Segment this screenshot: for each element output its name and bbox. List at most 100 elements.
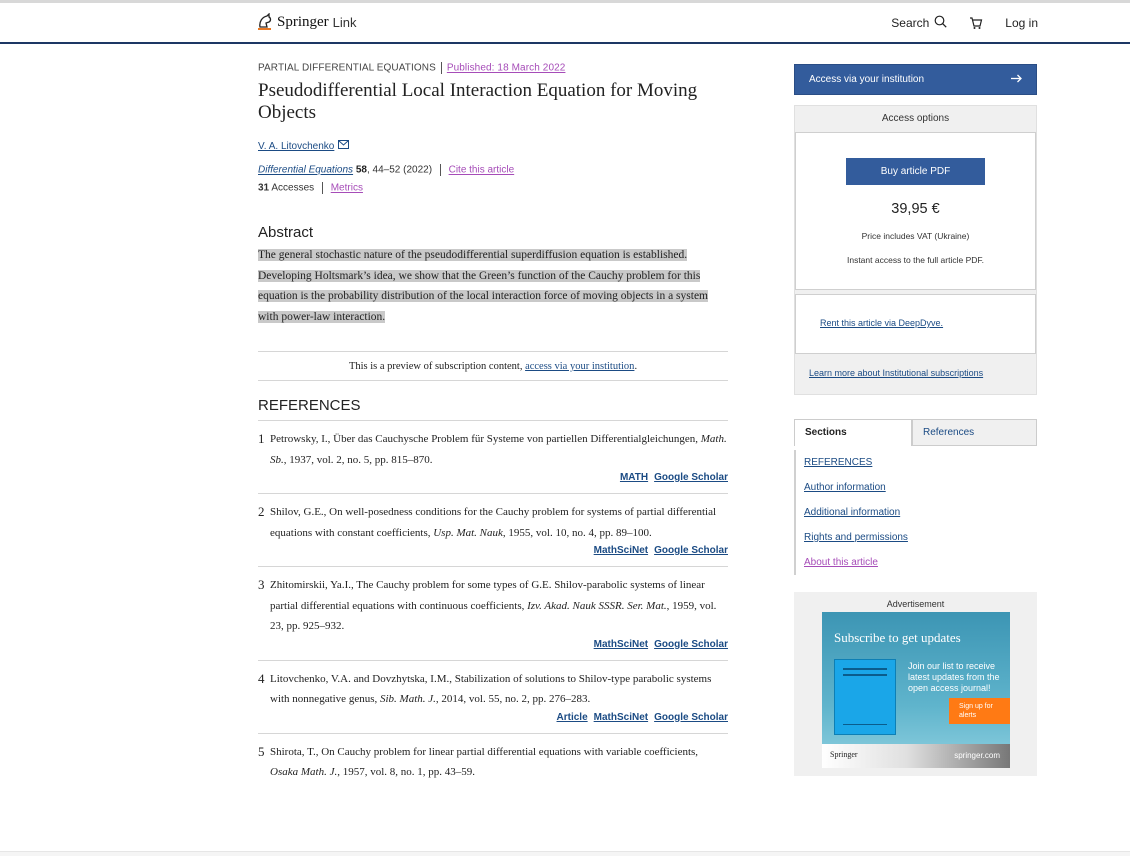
access-institution-button[interactable]: Access via your institution [794,64,1037,95]
reference-number: 2 [258,504,265,519]
vat-note: Price includes VAT (Ukraine) [861,231,970,241]
sidebar: Access via your institution Access optio… [794,64,1037,776]
access-stats: 31 Accesses Metrics [258,182,728,194]
section-link-rights-permissions[interactable]: Rights and permissions [804,532,908,543]
reference-source: Izv. Akad. Nauk SSSR. Ser. Mat. [527,599,667,612]
article-main: PARTIAL DIFFERENTIAL EQUATIONS Published:… [258,62,728,793]
reference-source: Osaka Math. J. [270,766,338,778]
springer-link-logo[interactable]: Springer Link [257,12,357,31]
section-link-about-article[interactable]: About this article [804,557,878,568]
instant-access-note: Instant access to the full article PDF. [846,255,984,265]
abstract-text: The general stochastic nature of the pse… [258,245,728,327]
ad-title: Subscribe to get updates [834,630,961,645]
ad-url: springer.com [954,751,1000,760]
journal-citation: Differential Equations 58, 44–52 (2022) … [258,164,728,176]
institutional-subscriptions-link[interactable]: Learn more about Institutional subscript… [809,368,983,378]
reference-number: 4 [258,670,265,686]
published-date-link[interactable]: Published: 18 March 2022 [447,63,566,74]
reference-item: 3 Zhitomirskii, Ya.I., The Cauchy problem… [258,567,728,661]
ref-link-google-scholar[interactable]: Google Scholar [654,545,728,556]
access-options-panel: Access options Buy article PDF 39,95 € P… [794,105,1037,395]
reference-details: , 2014, vol. 55, no. 2, pp. 276–283. [435,693,591,705]
author-row: V. A. Litovchenko [258,140,728,152]
advertisement-label: Advertisement [886,599,945,609]
springer-horse-icon [257,12,273,31]
section-link-author-information[interactable]: Author information [804,482,886,493]
logo-link-text: Link [332,14,357,30]
tab-sections[interactable]: Sections [794,419,912,446]
access-options-heading: Access options [881,113,950,124]
ref-link-google-scholar[interactable]: Google Scholar [654,639,728,650]
search-icon [934,15,947,31]
page-bottom-edge [0,851,1130,856]
ad-signup-button[interactable]: Sign up for alerts [949,698,1010,724]
price: 39,95 € [891,201,940,217]
buy-pdf-box: Buy article PDF 39,95 € Price includes V… [795,132,1036,290]
accesses-label: Accesses [271,182,315,194]
ref-link-mathscinet[interactable]: MathSciNet [594,712,648,723]
reference-item: 2 Shilov, G.E., On well-posedness conditi… [258,494,728,567]
reference-item: 4 Litovchenko, V.A. and Dovzhytska, I.M.,… [258,661,728,734]
cart-icon[interactable] [969,16,983,30]
advertisement: Advertisement Subscribe to get updates J… [794,592,1037,776]
tab-references[interactable]: References [912,419,1037,446]
section-link-references[interactable]: REFERENCES [804,457,872,468]
reference-number: 1 [258,431,265,446]
reference-text: Petrowsky, I., Über das Cauchysche Probl… [270,429,728,470]
ad-footer: Springer springer.com [822,744,1010,768]
reference-item: 1 Petrowsky, I., Über das Cauchysche Prob… [258,421,728,494]
journal-pages: , 44–52 (2022) [366,164,433,176]
rent-box: Rent this article via DeepDyve. [795,294,1036,354]
references-heading: REFERENCES [258,397,728,421]
reference-number: 3 [258,577,265,592]
accesses-count: 31 [258,182,270,194]
ref-link-mathscinet[interactable]: MathSciNet [594,639,648,650]
reference-authors-title: Petrowsky, I., Über das Cauchysche Probl… [270,433,701,445]
buy-pdf-button[interactable]: Buy article PDF [846,158,985,185]
ad-body: Join our list to receive latest updates … [908,661,1000,693]
reference-source: Sib. Math. J. [379,693,436,705]
access-institution-label: Access via your institution [809,74,925,85]
reference-text: Shilov, G.E., On well-posedness conditio… [270,502,728,543]
email-icon[interactable] [338,140,350,152]
logo-text: Springer [277,13,329,30]
reference-links: MathSciNet Google Scholar [258,545,728,556]
abstract-body: The general stochastic nature of the pse… [258,249,708,323]
metrics-link[interactable]: Metrics [331,183,363,194]
ref-link-google-scholar[interactable]: Google Scholar [654,712,728,723]
reference-links: MathSciNet Google Scholar [258,639,728,650]
preview-suffix: . [634,361,638,372]
reference-details: , 1937, vol. 2, no. 5, pp. 815–870. [283,453,433,466]
header-nav: Search Log in [891,15,1038,31]
journal-link[interactable]: Differential Equations [258,165,353,176]
reference-number: 5 [258,743,265,759]
article-meta: PARTIAL DIFFERENTIAL EQUATIONS Published:… [258,62,728,74]
top-navbar: Springer Link Search Log in [0,0,1130,44]
reference-links: Article MathSciNet Google Scholar [258,712,728,723]
reference-text: Zhitomirskii, Ya.I., The Cauchy problem … [270,575,728,637]
author-link[interactable]: V. A. Litovchenko [258,141,334,152]
ref-link-mathscinet[interactable]: MathSciNet [594,545,648,556]
search-label: Search [891,16,930,30]
preview-prefix: This is a preview of subscription conten… [348,361,526,372]
ad-banner[interactable]: Subscribe to get updates Join our list t… [822,612,1010,768]
ref-link-article[interactable]: Article [557,712,588,723]
search-button[interactable]: Search [891,15,947,31]
login-link[interactable]: Log in [1005,16,1038,30]
ref-link-google-scholar[interactable]: Google Scholar [654,472,728,483]
article-title: Pseudodifferential Local Interaction Equ… [258,80,698,123]
rent-deepdyve-link[interactable]: Rent this article via DeepDyve. [820,318,943,328]
sidebar-tabs: Sections References [794,419,1037,446]
access-institution-inline-link[interactable]: access via your institution [525,361,634,372]
reference-list: 1 Petrowsky, I., Über das Cauchysche Prob… [258,421,728,793]
cite-article-link[interactable]: Cite this article [449,165,515,176]
reference-text: Shirota, T., On Cauchy problem for linea… [270,742,728,783]
ref-link-math[interactable]: MATH [620,472,648,483]
journal-volume: 58 [355,164,367,176]
sections-list: REFERENCES Author information Additional… [794,450,1037,575]
article-section: PARTIAL DIFFERENTIAL EQUATIONS [258,62,436,74]
reference-links: MATH Google Scholar [258,472,728,483]
section-link-additional-information[interactable]: Additional information [804,507,900,518]
reference-details: , 1957, vol. 8, no. 1, pp. 43–59. [337,766,476,778]
reference-text: Litovchenko, V.A. and Dovzhytska, I.M., … [270,669,728,710]
